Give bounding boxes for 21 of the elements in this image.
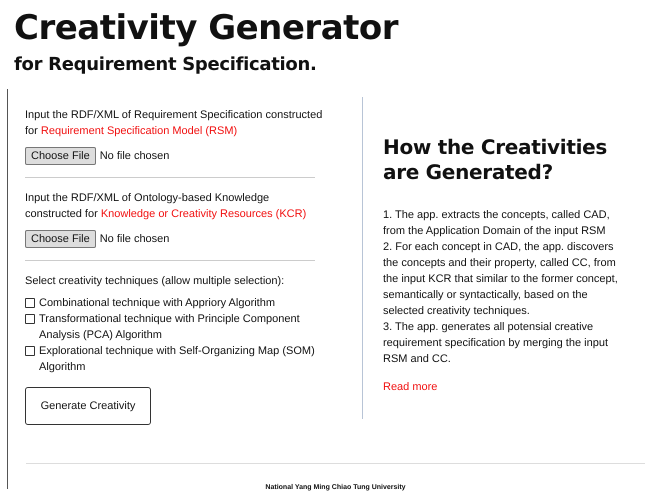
step-text: 1. The app. extracts the concepts, called CAD, from the Application Domain of the input RSM [383, 208, 611, 239]
checkbox[interactable] [25, 314, 35, 324]
upload-label: Input the RDF/XML of Requirement Specification constructed for Requirement Specification Model (RSM) [25, 108, 324, 139]
choose-file-button[interactable]: Choose File [25, 230, 96, 248]
step-text: 3. The app. generates all potensial creative requirement specification by merging the input RSM and CC. [383, 320, 610, 367]
info-heading: How the Creativities are Generated? [383, 135, 608, 185]
page-subtitle: for Requirement Specification. [14, 54, 317, 75]
page-title: Creativity Generator [14, 7, 398, 50]
generate-button[interactable]: Generate Creativity [25, 387, 151, 425]
techniques-label: Select creativity techniques (allow multiple selection): [25, 274, 286, 289]
checkbox[interactable] [25, 346, 35, 356]
file-status: No file chosen [100, 150, 170, 162]
checkbox-label: Explorational technique with Self-Organizing Map (SOM) Algorithm [39, 344, 316, 375]
step-text: 2. For each concept in CAD, the app. discovers the concepts and their property, called CC, from the input KCR that similar to the former concept, semantically or syntactically, based on the selected creativity techniques. [383, 240, 619, 319]
checkbox-label: Transformational technique with Principle Component Analysis (PCA) Algorithm [39, 312, 301, 343]
file-status: No file chosen [100, 233, 170, 245]
checkbox[interactable] [25, 298, 35, 308]
upload-label: Input the RDF/XML of Ontology-based Knowledge constructed for Knowledge or Creativity Resources (KCR) [25, 191, 308, 222]
choose-file-button[interactable]: Choose File [25, 147, 96, 165]
read-more-link[interactable]: Read more [383, 381, 438, 393]
checkbox-label: Combinational technique with Appriory Algorithm [39, 296, 276, 311]
